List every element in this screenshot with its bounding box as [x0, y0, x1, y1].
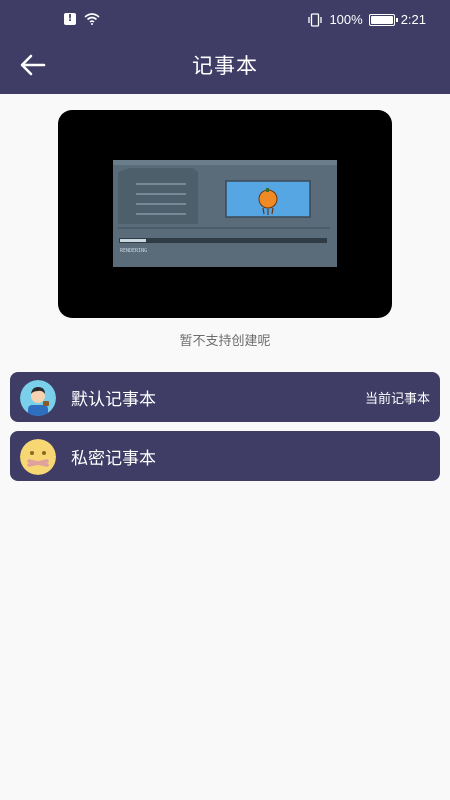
clock: 2:21 — [400, 12, 426, 27]
current-notebook-badge: 当前记事本 — [364, 392, 430, 407]
rendering-preview: RENDERING — [58, 110, 392, 318]
battery-percent: 100% — [329, 12, 363, 27]
notebook-name: 私密记事本 — [71, 449, 156, 469]
vibrate-icon — [308, 12, 323, 27]
notebook-item-private[interactable]: 私密记事本 — [10, 431, 440, 481]
notebook-name: 默认记事本 — [71, 390, 156, 410]
wifi-icon — [84, 13, 100, 25]
page-title: 记事本 — [192, 54, 258, 78]
status-bar: ! 100% 2:21 — [0, 0, 450, 42]
notebook-item-default[interactable]: 默认记事本 当前记事本 — [10, 372, 440, 422]
empty-message: 暂不支持创建呢 — [179, 334, 271, 349]
rendering-caption: RENDERING — [120, 248, 147, 254]
secret-emoji-icon — [20, 439, 56, 475]
user-avatar-icon — [20, 380, 56, 416]
alert-icon: ! — [64, 13, 76, 25]
rendering-illustration: RENDERING — [113, 160, 337, 267]
app-header: ! 100% 2:21 记事本 — [0, 0, 450, 94]
battery-icon — [368, 13, 398, 26]
